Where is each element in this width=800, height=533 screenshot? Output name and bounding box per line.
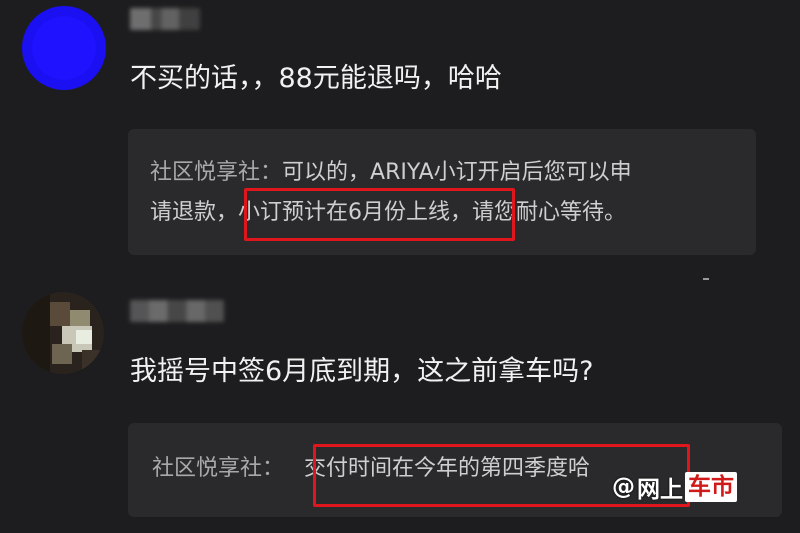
- highlight-box: [244, 188, 515, 241]
- watermark-text-boxed: 车市: [685, 472, 737, 502]
- watermark-text: 网上: [637, 477, 683, 503]
- watermark: @ 网上 车市: [612, 470, 737, 504]
- divider: [703, 278, 709, 280]
- reply-text-line: 社区悦享社：可以的，ARIYA小订开启后您可以申: [150, 155, 632, 191]
- username-blurred[interactable]: [130, 300, 224, 322]
- reply-text: 可以的，ARIYA小订开启后您可以申: [282, 160, 632, 185]
- reply-author[interactable]: 社区悦享社：: [150, 160, 282, 185]
- reply-author[interactable]: 社区悦享社：: [152, 456, 284, 481]
- avatar[interactable]: [22, 292, 104, 374]
- comment-text: 不买的话，，88元能退吗，哈哈: [130, 63, 502, 94]
- comment-text: 我摇号中签6月底到期，这之前拿车吗?: [130, 356, 594, 387]
- username-blurred[interactable]: [130, 8, 200, 30]
- watermark-at: @: [612, 474, 635, 500]
- avatar[interactable]: [22, 6, 106, 90]
